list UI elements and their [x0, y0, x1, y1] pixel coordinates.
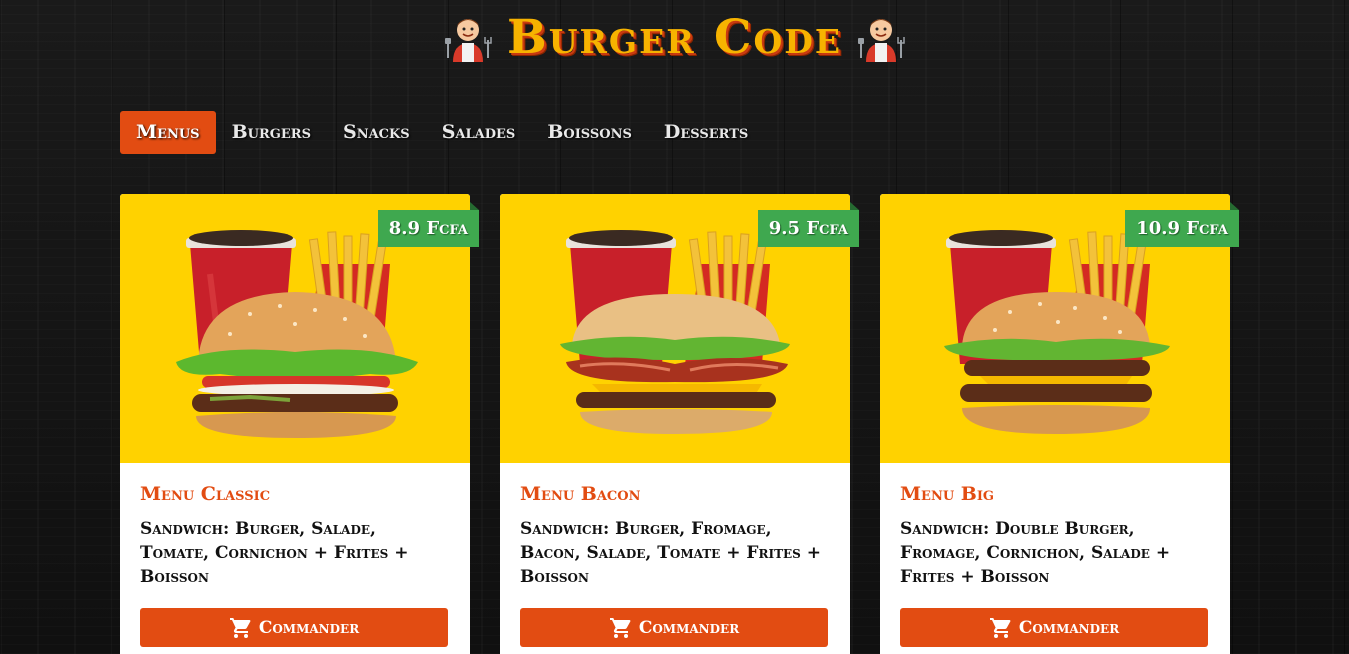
product-description: Sandwich: Double Burger, Fromage, Cornic…	[900, 519, 1171, 587]
category-nav: Menus Burgers Snacks Salades Boissons De…	[120, 111, 764, 154]
chef-icon	[445, 19, 492, 62]
product-name: Menu Big	[900, 483, 995, 505]
order-button-label: Commander	[258, 617, 360, 638]
price-badge: 10.9 Fcfa	[1125, 202, 1239, 247]
order-button[interactable]: Commander	[520, 608, 828, 647]
product-name: Menu Bacon	[520, 483, 641, 505]
product-card: 10.9 Fcfa Menu Big Sandwich: Double Burg…	[880, 194, 1239, 654]
product-name: Menu Classic	[140, 483, 271, 505]
product-card: 9.5 Fcfa Menu Bacon Sandwich: Burger, Fr…	[500, 194, 860, 654]
tab-salades[interactable]: Salades	[426, 111, 532, 154]
order-button-label: Commander	[638, 617, 740, 638]
product-card: 8.9 Fcfa Menu Classic Sandwich: Burger, …	[120, 194, 480, 654]
site-header: Burger Code	[0, 6, 1349, 68]
order-button[interactable]: Commander	[900, 608, 1208, 647]
product-grid: 8.9 Fcfa Menu Classic Sandwich: Burger, …	[120, 194, 1239, 654]
site-title: Burger Code	[507, 9, 842, 65]
tab-boissons[interactable]: Boissons	[531, 111, 648, 154]
cart-icon	[229, 617, 251, 638]
cart-icon	[989, 617, 1011, 638]
cart-icon	[609, 617, 631, 638]
chef-icon	[857, 19, 905, 62]
order-button-label: Commander	[1018, 617, 1120, 638]
tab-desserts[interactable]: Desserts	[648, 111, 764, 154]
tab-snacks[interactable]: Snacks	[327, 111, 426, 154]
tab-burgers[interactable]: Burgers	[216, 111, 327, 154]
tab-menus[interactable]: Menus	[120, 111, 216, 154]
price-badge: 8.9 Fcfa	[377, 202, 480, 247]
price-badge: 9.5 Fcfa	[757, 202, 860, 247]
order-button[interactable]: Commander	[140, 608, 448, 647]
product-description: Sandwich: Burger, Salade, Tomate, Cornic…	[140, 519, 409, 587]
product-description: Sandwich: Burger, Fromage, Bacon, Salade…	[520, 519, 821, 587]
